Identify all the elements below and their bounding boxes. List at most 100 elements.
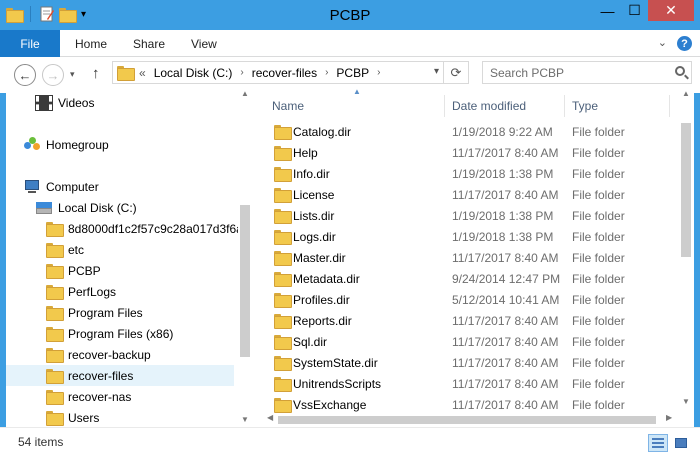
nav-item-folder[interactable]: recover-nas <box>46 386 131 407</box>
file-row[interactable]: UnitrendsScripts 11/17/2017 8:40 AM File f… <box>264 373 674 394</box>
nav-item-computer[interactable]: Computer <box>24 176 99 197</box>
column-header-type[interactable]: Type <box>572 96 598 116</box>
item-count: 54 items <box>18 435 64 449</box>
large-icons-view-icon <box>675 438 687 448</box>
scroll-up-icon[interactable]: ▲ <box>682 89 690 98</box>
nav-item-label: Program Files <box>68 305 143 320</box>
recent-locations-icon[interactable]: ▾ <box>70 69 75 80</box>
nav-item-folder[interactable]: recover-backup <box>46 344 151 365</box>
file-date-modified: 1/19/2018 1:38 PM <box>452 229 554 244</box>
tab-file[interactable]: File <box>0 30 60 57</box>
back-button[interactable]: ← <box>14 64 36 86</box>
file-row[interactable]: Profiles.dir 5/12/2014 10:41 AM File folde… <box>264 289 674 310</box>
scroll-down-icon[interactable]: ▼ <box>682 397 690 406</box>
column-divider[interactable] <box>564 95 565 117</box>
scrollbar-thumb[interactable] <box>278 416 656 424</box>
file-row[interactable]: Catalog.dir 1/19/2018 9:22 AM File folder <box>264 121 674 142</box>
file-type: File folder <box>572 145 625 160</box>
nav-item-folder[interactable]: Program Files <box>46 302 143 323</box>
column-header-name[interactable]: Name <box>272 96 304 116</box>
scroll-up-icon[interactable]: ▲ <box>241 89 249 98</box>
details-view-button[interactable] <box>648 434 668 452</box>
tab-view[interactable]: View <box>191 30 217 57</box>
chevron-down-icon[interactable]: ▾ <box>434 66 439 77</box>
file-name: Lists.dir <box>293 208 335 223</box>
up-button[interactable]: ↑ <box>92 65 100 82</box>
breadcrumb-pcbp[interactable]: PCBP <box>336 66 369 80</box>
chevron-right-icon[interactable]: › <box>240 67 243 78</box>
file-row[interactable]: VssExchange 11/17/2017 8:40 AM File folder <box>264 394 674 415</box>
file-row[interactable]: Master.dir 11/17/2017 8:40 AM File folder <box>264 247 674 268</box>
nav-item-folder[interactable]: PCBP <box>46 260 101 281</box>
folder-icon <box>117 66 135 81</box>
folder-icon <box>274 146 292 161</box>
ribbon-tabs: File Home Share View ⌄ ? <box>0 30 700 57</box>
column-divider[interactable] <box>444 95 445 117</box>
large-icons-view-button[interactable] <box>671 434 691 452</box>
nav-item-recover-files[interactable]: recover-files <box>6 365 234 386</box>
nav-item-label: Program Files (x86) <box>68 326 174 341</box>
file-date-modified: 1/19/2018 1:38 PM <box>452 166 554 181</box>
folder-icon <box>46 390 64 405</box>
nav-item-folder[interactable]: Users <box>46 407 99 427</box>
column-divider[interactable] <box>669 95 670 117</box>
close-button[interactable]: ✕ <box>648 0 694 21</box>
file-row[interactable]: License 11/17/2017 8:40 AM File folder <box>264 184 674 205</box>
help-icon[interactable]: ? <box>677 36 692 51</box>
file-name: Help <box>293 145 318 160</box>
scrollbar-thumb[interactable] <box>240 205 250 357</box>
file-date-modified: 11/17/2017 8:40 AM <box>452 355 559 370</box>
scroll-right-icon[interactable]: ▶ <box>666 413 672 422</box>
file-row[interactable]: Help 11/17/2017 8:40 AM File folder <box>264 142 674 163</box>
refresh-button[interactable]: ⟳ <box>444 61 469 84</box>
tab-home[interactable]: Home <box>75 30 107 57</box>
nav-item-folder[interactable]: 8d8000df1c2f57c9c28a017d3f6a <box>46 218 238 239</box>
nav-item-folder[interactable]: Program Files (x86) <box>46 323 173 344</box>
scroll-left-icon[interactable]: ◀ <box>267 413 273 422</box>
file-name: Info.dir <box>293 166 330 181</box>
address-bar[interactable]: « Local Disk (C:) › recover-files › PCBP… <box>112 61 444 84</box>
folder-icon <box>274 209 292 224</box>
file-name: UnitrendsScripts <box>293 376 382 391</box>
chevron-right-icon[interactable]: › <box>325 67 328 78</box>
details-view-icon <box>652 438 664 448</box>
search-input[interactable]: Search PCBP <box>482 61 692 84</box>
file-row[interactable]: Info.dir 1/19/2018 1:38 PM File folder <box>264 163 674 184</box>
file-date-modified: 11/17/2017 8:40 AM <box>452 250 559 265</box>
nav-item-label: 8d8000df1c2f57c9c28a017d3f6a <box>68 221 238 236</box>
nav-item-videos[interactable]: Videos <box>35 92 94 113</box>
breadcrumb-overflow[interactable]: « <box>139 66 146 80</box>
minimize-button[interactable]: — <box>594 0 621 21</box>
search-icon[interactable] <box>675 66 685 76</box>
file-row[interactable]: Sql.dir 11/17/2017 8:40 AM File folder <box>264 331 674 352</box>
breadcrumb-local-disk[interactable]: Local Disk (C:) <box>154 66 233 80</box>
file-date-modified: 11/17/2017 8:40 AM <box>452 313 559 328</box>
file-row[interactable]: Reports.dir 11/17/2017 8:40 AM File folder <box>264 310 674 331</box>
tab-share[interactable]: Share <box>133 30 165 57</box>
folder-icon <box>46 411 64 426</box>
scrollbar-thumb[interactable] <box>681 123 691 257</box>
folder-icon <box>46 285 64 300</box>
horizontal-scrollbar[interactable]: ◀ ▶ <box>264 413 678 427</box>
file-name: SystemState.dir <box>293 355 378 370</box>
file-list-scrollbar[interactable]: ▲ ▼ <box>678 87 694 427</box>
file-row[interactable]: Logs.dir 1/19/2018 1:38 PM File folder <box>264 226 674 247</box>
nav-pane-scrollbar[interactable]: ▲ ▼ <box>238 87 252 427</box>
chevron-right-icon[interactable]: › <box>377 67 380 78</box>
scroll-down-icon[interactable]: ▼ <box>241 415 249 424</box>
nav-item-label: PCBP <box>68 263 101 278</box>
nav-item-folder[interactable]: PerfLogs <box>46 281 116 302</box>
nav-item-folder[interactable]: etc <box>46 239 84 260</box>
file-date-modified: 11/17/2017 8:40 AM <box>452 376 559 391</box>
nav-item-homegroup[interactable]: Homegroup <box>24 134 109 155</box>
file-row[interactable]: Lists.dir 1/19/2018 1:38 PM File folder <box>264 205 674 226</box>
column-header-date-modified[interactable]: Date modified <box>452 96 526 116</box>
forward-button[interactable]: → <box>42 64 64 86</box>
file-row[interactable]: SystemState.dir 11/17/2017 8:40 AM File fo… <box>264 352 674 373</box>
maximize-button[interactable]: ☐ <box>621 0 648 21</box>
breadcrumb-recover-files[interactable]: recover-files <box>252 66 317 80</box>
nav-item-local-disk[interactable]: Local Disk (C:) <box>36 197 137 218</box>
expand-ribbon-icon[interactable]: ⌄ <box>658 36 667 51</box>
file-row[interactable]: Metadata.dir 9/24/2014 12:47 PM File folde… <box>264 268 674 289</box>
file-type: File folder <box>572 271 625 286</box>
